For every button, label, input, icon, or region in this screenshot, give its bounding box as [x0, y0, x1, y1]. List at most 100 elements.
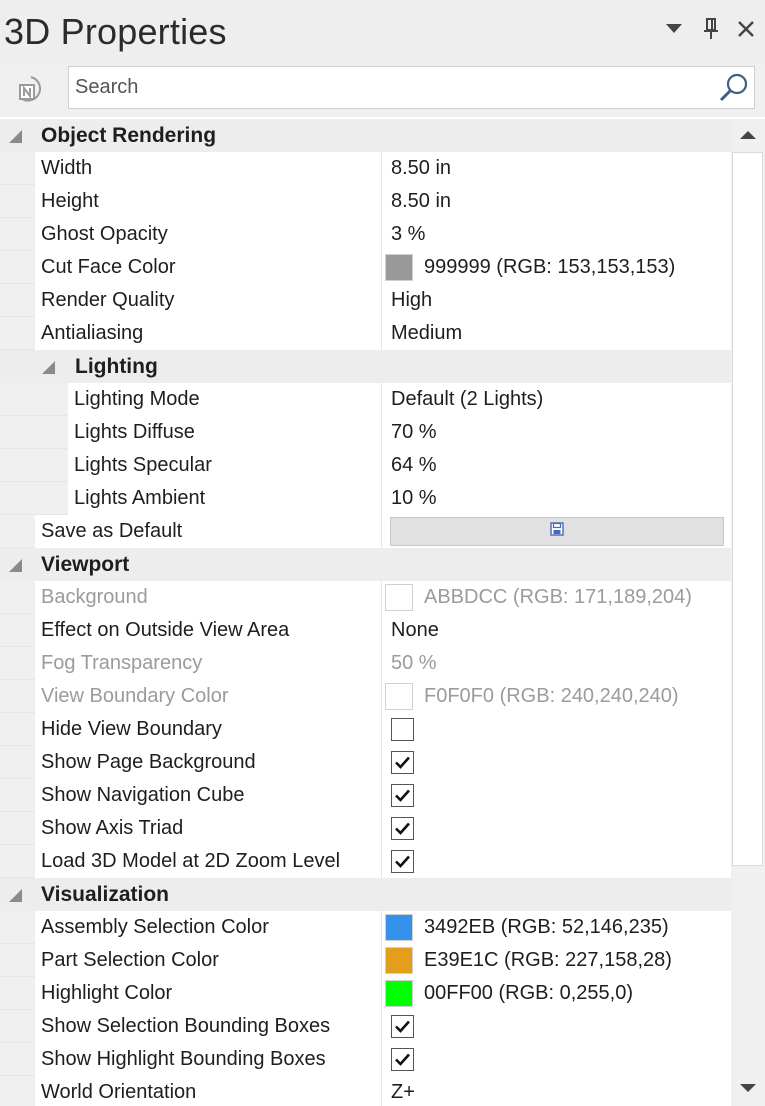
panel-title-bar: 3D Properties	[0, 0, 765, 63]
property-row-load-3d-model[interactable]: Load 3D Model at 2D Zoom Level	[0, 845, 731, 878]
property-row-lighting-mode[interactable]: Lighting Mode Default (2 Lights)	[0, 383, 731, 416]
property-row-fog-transparency: Fog Transparency 50 %	[0, 647, 731, 680]
color-swatch[interactable]	[385, 947, 413, 974]
property-row-show-axis-triad[interactable]: Show Axis Triad	[0, 812, 731, 845]
property-name: Width	[41, 157, 93, 179]
property-row-show-highlight-bboxes[interactable]: Show Highlight Bounding Boxes	[0, 1043, 731, 1076]
pin-icon	[702, 17, 720, 46]
property-row-antialiasing[interactable]: Antialiasing Medium	[0, 317, 731, 350]
property-row-show-page-background[interactable]: Show Page Background	[0, 746, 731, 779]
collapse-triangle-icon[interactable]	[9, 559, 22, 572]
property-value[interactable]: Z+	[391, 1076, 415, 1106]
property-grid: Object Rendering Width 8.50 in Height 8.…	[0, 119, 731, 1106]
hide-view-boundary-checkbox[interactable]	[391, 718, 414, 741]
property-value[interactable]: High	[391, 284, 432, 317]
search-input[interactable]	[75, 67, 705, 108]
category-label: Object Rendering	[41, 124, 217, 147]
load-3d-model-checkbox[interactable]	[391, 850, 414, 873]
property-value[interactable]: 999999 (RGB: 153,153,153)	[424, 251, 675, 284]
property-row-show-navigation-cube[interactable]: Show Navigation Cube	[0, 779, 731, 812]
category-label: Visualization	[41, 883, 169, 906]
show-page-background-checkbox[interactable]	[391, 751, 414, 774]
property-row-lights-diffuse[interactable]: Lights Diffuse 70 %	[0, 416, 731, 449]
property-value[interactable]: 00FF00 (RGB: 0,255,0)	[424, 977, 633, 1010]
show-axis-triad-checkbox[interactable]	[391, 817, 414, 840]
property-row-hide-view-boundary[interactable]: Hide View Boundary	[0, 713, 731, 746]
property-name: Effect on Outside View Area	[41, 619, 290, 641]
property-name: World Orientation	[41, 1081, 197, 1103]
category-object-rendering[interactable]: Object Rendering	[0, 119, 731, 152]
property-name: Lighting Mode	[74, 388, 200, 410]
show-navigation-cube-checkbox[interactable]	[391, 784, 414, 807]
property-value[interactable]: 8.50 in	[391, 152, 451, 185]
property-row-height[interactable]: Height 8.50 in	[0, 185, 731, 218]
category-viewport[interactable]: Viewport	[0, 548, 731, 581]
close-button[interactable]	[733, 16, 759, 46]
property-value[interactable]: None	[391, 614, 439, 647]
scroll-up-button[interactable]	[733, 121, 763, 151]
property-name: Show Highlight Bounding Boxes	[41, 1048, 326, 1070]
property-row-effect-outside-view[interactable]: Effect on Outside View Area None	[0, 614, 731, 647]
property-row-assembly-selection-color[interactable]: Assembly Selection Color 3492EB (RGB: 52…	[0, 911, 731, 944]
property-row-lights-ambient[interactable]: Lights Ambient 10 %	[0, 482, 731, 515]
category-lighting[interactable]: Lighting	[0, 350, 731, 383]
property-row-show-selection-bboxes[interactable]: Show Selection Bounding Boxes	[0, 1010, 731, 1043]
show-highlight-bboxes-checkbox[interactable]	[391, 1048, 414, 1071]
color-swatch	[385, 584, 413, 611]
category-label: Viewport	[41, 553, 130, 576]
scroll-down-button[interactable]	[733, 1074, 763, 1104]
property-row-cut-face-color[interactable]: Cut Face Color 999999 (RGB: 153,153,153)	[0, 251, 731, 284]
property-row-highlight-color[interactable]: Highlight Color 00FF00 (RGB: 0,255,0)	[0, 977, 731, 1010]
vertical-scrollbar[interactable]	[731, 119, 765, 1106]
property-name: Lights Diffuse	[74, 421, 195, 443]
property-name: Render Quality	[41, 289, 175, 311]
property-name: Background	[41, 586, 148, 608]
collapse-triangle-icon[interactable]	[9, 889, 22, 902]
property-value[interactable]: 70 %	[391, 416, 437, 449]
property-name: View Boundary Color	[41, 685, 229, 707]
search-row	[0, 63, 765, 117]
property-row-ghost-opacity[interactable]: Ghost Opacity 3 %	[0, 218, 731, 251]
category-visualization[interactable]: Visualization	[0, 878, 731, 911]
panel-title: 3D Properties	[4, 11, 227, 52]
pin-button[interactable]	[698, 16, 724, 46]
close-icon	[737, 20, 755, 43]
color-swatch[interactable]	[385, 254, 413, 281]
property-row-save-as-default[interactable]: Save as Default	[0, 515, 731, 548]
property-value[interactable]: E39E1C (RGB: 227,158,28)	[424, 944, 672, 977]
property-name: Fog Transparency	[41, 652, 203, 674]
property-value[interactable]: 10 %	[391, 482, 437, 515]
property-name: Save as Default	[41, 520, 183, 542]
property-name: Load 3D Model at 2D Zoom Level	[41, 850, 341, 872]
color-swatch	[385, 683, 413, 710]
property-name: Lights Ambient	[74, 487, 206, 509]
property-row-part-selection-color[interactable]: Part Selection Color E39E1C (RGB: 227,15…	[0, 944, 731, 977]
color-swatch[interactable]	[385, 980, 413, 1007]
scrollbar-thumb[interactable]	[732, 152, 763, 866]
property-value[interactable]: 64 %	[391, 449, 437, 482]
property-value[interactable]: Medium	[391, 317, 462, 350]
category-label: Lighting	[75, 355, 158, 378]
property-name: Part Selection Color	[41, 949, 219, 971]
panel-options-button[interactable]	[661, 16, 687, 46]
property-row-lights-specular[interactable]: Lights Specular 64 %	[0, 449, 731, 482]
property-value[interactable]: Default (2 Lights)	[391, 383, 543, 416]
property-row-width[interactable]: Width 8.50 in	[0, 152, 731, 185]
search-icon[interactable]	[718, 72, 750, 104]
property-value[interactable]: 3492EB (RGB: 52,146,235)	[424, 911, 669, 944]
property-value[interactable]: 3 %	[391, 218, 425, 251]
property-name: Hide View Boundary	[41, 718, 222, 740]
property-row-view-boundary-color: View Boundary Color F0F0F0 (RGB: 240,240…	[0, 680, 731, 713]
property-value: 50 %	[391, 652, 437, 674]
color-swatch[interactable]	[385, 914, 413, 941]
collapse-triangle-icon[interactable]	[42, 361, 55, 374]
save-as-default-button[interactable]	[390, 517, 724, 546]
property-row-world-orientation[interactable]: World Orientation Z+	[0, 1076, 731, 1106]
property-row-render-quality[interactable]: Render Quality High	[0, 284, 731, 317]
show-selection-bboxes-checkbox[interactable]	[391, 1015, 414, 1038]
property-value[interactable]: 8.50 in	[391, 185, 451, 218]
property-name: Show Page Background	[41, 751, 256, 773]
property-row-background: Background ABBDCC (RGB: 171,189,204)	[0, 581, 731, 614]
collapse-triangle-icon[interactable]	[9, 130, 22, 143]
property-name: Assembly Selection Color	[41, 916, 269, 938]
